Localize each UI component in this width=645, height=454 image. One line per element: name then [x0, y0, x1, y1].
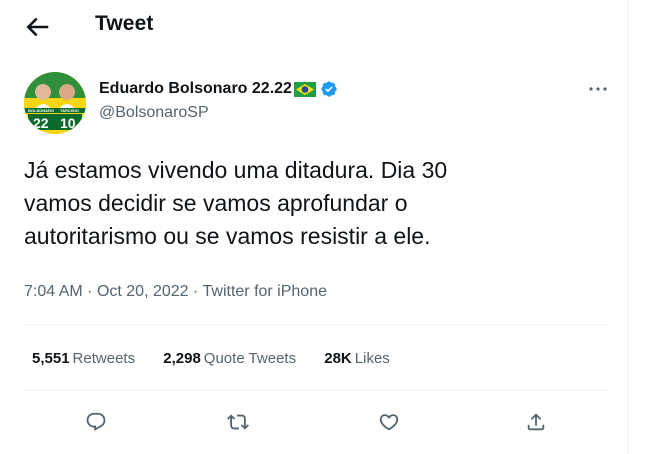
tweet-time[interactable]: 7:04 AM	[24, 283, 83, 300]
tweet-text-line: Já estamos vivendo uma ditadura. Dia 30	[24, 157, 448, 183]
page-title: Tweet	[95, 12, 154, 35]
page-header: Tweet	[0, 0, 627, 52]
author-name-text: Eduardo Bolsonaro 22.22	[99, 80, 292, 97]
retweets-label: Retweets	[72, 350, 136, 367]
tweet-stats: 5,551 Retweets 2,298 Quote Tweets 28K Likes	[32, 350, 414, 367]
column-border	[627, 0, 628, 454]
retweets-stat[interactable]: 5,551 Retweets	[32, 350, 135, 367]
divider	[22, 324, 609, 325]
tweet-source[interactable]: Twitter for iPhone	[203, 283, 328, 300]
like-button[interactable]	[374, 407, 404, 437]
likes-count: 28K	[324, 350, 352, 367]
author-handle[interactable]: @BolsonaroSP	[99, 104, 209, 122]
avatar[interactable]: BOLSONARO TARCISIO 22 10	[24, 72, 86, 134]
reply-icon	[86, 412, 106, 431]
likes-stat[interactable]: 28K Likes	[324, 350, 390, 367]
meta-separator: ·	[193, 283, 199, 300]
divider	[22, 390, 609, 391]
tweet-text-line: vamos decidir se vamos aprofundar o	[24, 190, 408, 216]
avatar-image: BOLSONARO TARCISIO 22 10	[24, 72, 86, 134]
retweets-count: 5,551	[32, 350, 70, 367]
retweet-icon	[227, 414, 249, 430]
retweet-button[interactable]	[223, 407, 253, 437]
more-dots-icon	[589, 87, 607, 91]
quote-tweets-stat[interactable]: 2,298 Quote Tweets	[163, 350, 296, 367]
likes-label: Likes	[354, 350, 390, 367]
author-name[interactable]: Eduardo Bolsonaro 22.22	[99, 80, 338, 98]
share-button[interactable]	[521, 407, 551, 437]
verified-badge-icon	[321, 81, 337, 97]
svg-text:10: 10	[60, 115, 76, 131]
tweet-text: Já estamos vivendo uma ditadura. Dia 30 …	[24, 154, 594, 253]
tweet-text-line: autoritarismo ou se vamos resistir a ele…	[24, 223, 431, 249]
reply-button[interactable]	[81, 407, 111, 437]
back-button[interactable]	[22, 12, 52, 42]
svg-text:BOLSONARO: BOLSONARO	[28, 108, 54, 113]
svg-text:22: 22	[33, 115, 49, 131]
quote-tweets-count: 2,298	[163, 350, 201, 367]
share-icon	[527, 413, 545, 431]
quote-tweets-label: Quote Tweets	[203, 350, 297, 367]
brazil-flag-icon	[293, 81, 316, 97]
tweet-date[interactable]: Oct 20, 2022	[97, 283, 189, 300]
meta-separator: ·	[87, 283, 93, 300]
like-icon	[379, 414, 399, 431]
tweet-meta: 7:04 AM · Oct 20, 2022 · Twitter for iPh…	[24, 283, 327, 301]
more-options-button[interactable]	[583, 77, 613, 101]
svg-text:TARCISIO: TARCISIO	[60, 108, 79, 113]
arrow-left-icon	[26, 17, 49, 37]
